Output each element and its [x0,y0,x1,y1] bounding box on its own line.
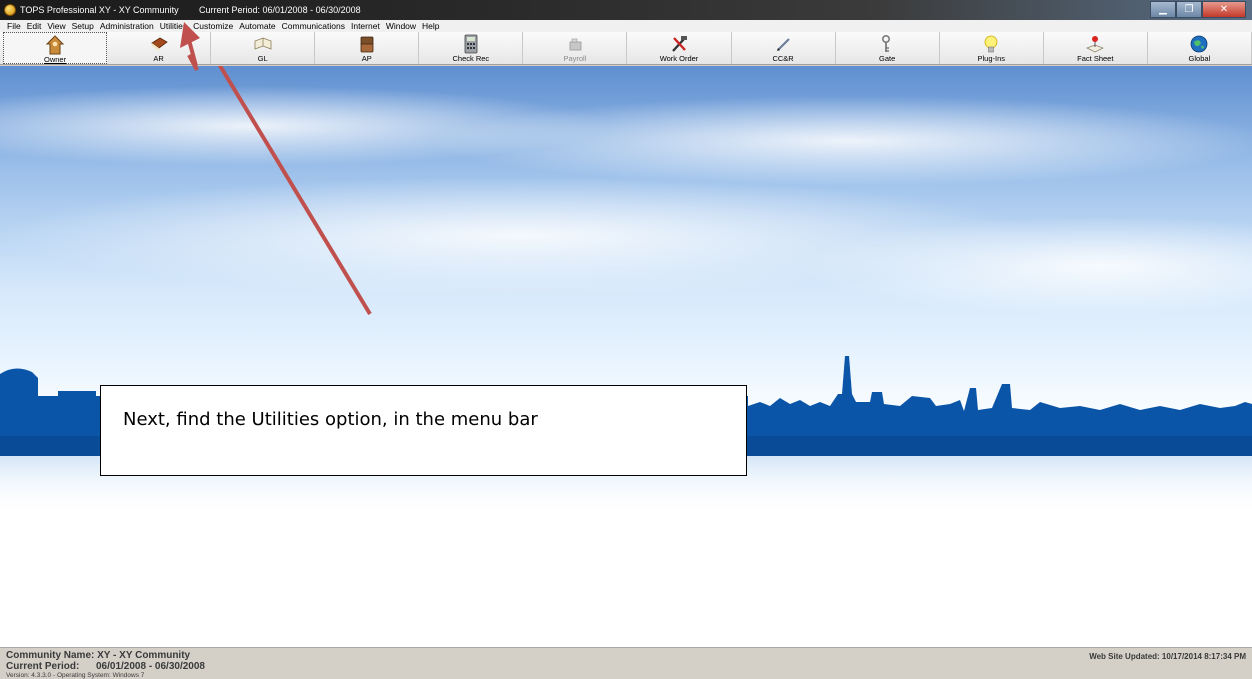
owner-label: Owner [43,55,67,64]
close-icon: ✕ [1219,4,1229,15]
fact-sheet-button[interactable]: Fact Sheet [1044,32,1148,64]
community-name: Community Name: XY - XY Community [6,650,191,661]
workspace: Next, find the Utilities option, in the … [0,66,1252,647]
gl-button[interactable]: GL [211,32,316,64]
version-info: Version: 4.3.3.0 - Operating System: Win… [6,672,145,679]
minimize-button[interactable]: ▁ [1150,1,1176,18]
callout-text: Next, find the Utilities option, in the … [123,409,538,430]
work-order-button[interactable]: Work Order [627,32,732,64]
ar-button[interactable]: AR [107,32,212,64]
menu-utilities[interactable]: Utilities [157,20,190,32]
cloud-background [0,66,1252,516]
ap-book-icon [360,36,374,53]
payroll-button[interactable]: Payroll [523,32,628,64]
owner-icon [45,35,65,55]
minimize-icon: ▁ [1159,4,1167,15]
module-toolbar: Owner AR GL AP Check Rec Payroll Work Or… [0,32,1252,65]
menu-file[interactable]: File [4,20,24,32]
plug-ins-label: Plug-Ins [977,54,1005,63]
menu-communications[interactable]: Communications [279,20,348,32]
web-site-updated: Web Site Updated: 10/17/2014 8:17:34 PM [1089,652,1246,661]
payroll-icon [569,38,582,51]
gl-label: GL [257,54,268,63]
check-rec-label: Check Rec [452,54,490,63]
maximize-button[interactable]: ❐ [1176,1,1202,18]
check-rec-button[interactable]: Check Rec [419,32,524,64]
ccr-button[interactable]: CC&R [732,32,836,64]
title-bar: TOPS Professional XY - XY Community Curr… [0,0,1252,20]
menu-administration[interactable]: Administration [97,20,157,32]
keys-icon [882,34,891,52]
ar-label: AR [153,54,164,63]
plug-ins-button[interactable]: Plug-Ins [940,32,1044,64]
globe-icon [1190,35,1208,53]
current-period-value: 06/01/2008 - 06/30/2008 [96,661,205,672]
status-bar: Community Name: XY - XY Community Curren… [0,647,1252,679]
global-label: Global [1188,54,1211,63]
ap-label: AP [361,54,372,63]
menu-window[interactable]: Window [383,20,419,32]
owner-button[interactable]: Owner [3,32,108,64]
close-button[interactable]: ✕ [1202,1,1246,18]
menu-edit[interactable]: Edit [24,20,45,32]
gate-label: Gate [879,54,896,63]
pushpin-icon [1086,36,1105,53]
tools-icon [672,36,687,52]
menu-automate[interactable]: Automate [236,20,278,32]
window-title: TOPS Professional XY - XY Community [20,5,179,15]
payroll-label: Payroll [563,54,587,63]
pen-icon [777,38,790,51]
menu-setup[interactable]: Setup [69,20,97,32]
ccr-label: CC&R [772,54,794,63]
light-bulb-icon [984,35,998,53]
menu-view[interactable]: View [44,20,68,32]
gl-open-book-icon [254,37,272,50]
global-button[interactable]: Global [1148,32,1252,64]
gate-button[interactable]: Gate [836,32,940,64]
calculator-icon [464,34,478,54]
ar-book-icon [150,37,168,51]
work-order-label: Work Order [659,54,699,63]
instruction-callout: Next, find the Utilities option, in the … [100,385,747,476]
window-period: Current Period: 06/01/2008 - 06/30/2008 [199,5,361,15]
menu-help[interactable]: Help [419,20,442,32]
window-controls: ▁ ❐ ✕ [1150,1,1246,18]
restore-icon: ❐ [1184,4,1194,15]
fact-sheet-label: Fact Sheet [1077,54,1114,63]
app-icon [4,4,16,16]
menu-customize[interactable]: Customize [190,20,236,32]
menu-bar: File Edit View Setup Administration Util… [0,20,1252,32]
menu-internet[interactable]: Internet [348,20,383,32]
ap-button[interactable]: AP [315,32,420,64]
current-period-label: Current Period: [6,661,80,672]
